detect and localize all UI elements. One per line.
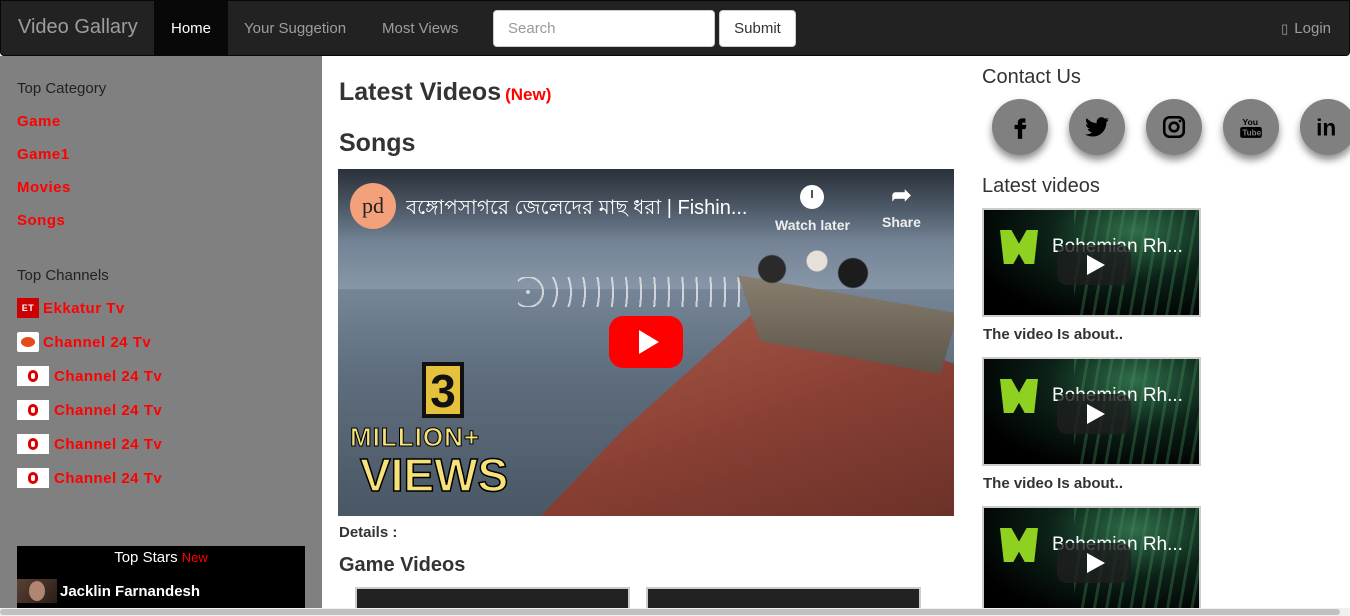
views-number: 3 bbox=[422, 362, 464, 418]
login-label: Login bbox=[1294, 20, 1331, 37]
navbar: Video Gallary Home Your Suggetion Most V… bbox=[0, 0, 1350, 56]
play-button[interactable] bbox=[1057, 394, 1131, 434]
channel24-logo-icon bbox=[17, 332, 39, 352]
thumbnail-views-badge: 3 MILLION+ VIEWS bbox=[349, 362, 525, 502]
top-stars-panel: Top Stars New Jacklin Farnandesh bbox=[17, 546, 305, 616]
star-name: Jacklin Farnandesh bbox=[60, 582, 201, 600]
latest-videos-title: Latest videos bbox=[982, 175, 1100, 197]
instagram-icon[interactable] bbox=[1146, 99, 1202, 155]
login-link[interactable]: ▯ Login bbox=[1281, 20, 1331, 37]
facebook-icon[interactable] bbox=[992, 99, 1048, 155]
ekkatur-logo-icon: ET bbox=[17, 298, 39, 318]
share-label: Share bbox=[882, 214, 921, 230]
user-icon: ▯ bbox=[1281, 21, 1289, 36]
watch-later-button[interactable]: Watch later bbox=[775, 181, 850, 233]
page-title-text: Latest Videos bbox=[339, 78, 502, 106]
independent-logo-icon bbox=[17, 468, 49, 488]
contact-us-title: Contact Us bbox=[982, 66, 1081, 88]
category-link-movies[interactable]: Movies bbox=[17, 179, 71, 196]
play-button[interactable] bbox=[1057, 245, 1131, 285]
channel-name: Channel 24 Tv bbox=[54, 469, 163, 487]
sidebar: Top Category Game Game1 Movies Songs Top… bbox=[0, 56, 322, 616]
channel-item[interactable]: Channel 24 Tv bbox=[17, 400, 162, 420]
twitter-icon[interactable] bbox=[1069, 99, 1125, 155]
star-item[interactable]: Jacklin Farnandesh bbox=[17, 579, 200, 603]
channel-name: Channel 24 Tv bbox=[54, 401, 163, 419]
game-videos-title: Game Videos bbox=[339, 554, 466, 576]
avatar bbox=[17, 579, 57, 603]
nav-most-views[interactable]: Most Views bbox=[382, 1, 458, 56]
video-caption: The video Is about.. bbox=[983, 475, 1124, 492]
views-label: VIEWS bbox=[359, 448, 509, 502]
top-channels-heading: Top Channels bbox=[17, 267, 109, 284]
watch-later-label: Watch later bbox=[775, 217, 850, 233]
share-icon: ➦ bbox=[891, 182, 912, 209]
new-badge: (New) bbox=[505, 85, 552, 104]
horizontal-scrollbar[interactable] bbox=[0, 608, 1350, 616]
brand-logo[interactable]: Video Gallary bbox=[18, 16, 138, 39]
latest-video-thumbnail[interactable]: Bohemian Rh... bbox=[982, 208, 1201, 317]
share-button[interactable]: ➦ Share bbox=[882, 181, 921, 230]
video-frame-birds bbox=[518, 277, 748, 307]
songs-section-title: Songs bbox=[339, 129, 416, 157]
channel-name: Channel 24 Tv bbox=[43, 333, 152, 351]
category-link-songs[interactable]: Songs bbox=[17, 212, 65, 229]
video-title[interactable]: বঙ্গোপসাগরে জেলেদের মাছ ধরা | Fishin... bbox=[406, 193, 748, 226]
search-input[interactable] bbox=[493, 10, 715, 47]
top-category-heading: Top Category bbox=[17, 80, 107, 97]
video-frame-fishermen bbox=[718, 229, 898, 309]
channel-avatar[interactable]: pd bbox=[350, 183, 396, 229]
independent-logo-icon bbox=[17, 400, 49, 420]
clock-icon bbox=[800, 185, 825, 209]
details-label: Details : bbox=[339, 524, 398, 541]
play-button[interactable] bbox=[1057, 543, 1131, 583]
latest-video-thumbnail[interactable]: Bohemian Rh... bbox=[982, 357, 1201, 466]
latest-video-thumbnail[interactable]: Bohemian Rh... bbox=[982, 506, 1201, 615]
channel-item[interactable]: Channel 24 Tv bbox=[17, 366, 162, 386]
channel-name: Channel 24 Tv bbox=[54, 367, 163, 385]
video-caption: The video Is about.. bbox=[983, 326, 1124, 343]
linkedin-icon[interactable]: in bbox=[1300, 99, 1350, 155]
category-link-game[interactable]: Game bbox=[17, 113, 61, 130]
svg-text:Tube: Tube bbox=[1242, 129, 1261, 138]
channel-item[interactable]: Channel 24 Tv bbox=[17, 434, 162, 454]
svg-text:You: You bbox=[1242, 117, 1258, 127]
page-title: Latest Videos (New) bbox=[339, 78, 551, 107]
youtube-play-button[interactable] bbox=[609, 316, 683, 368]
youtube-icon[interactable]: You Tube bbox=[1223, 99, 1279, 155]
top-stars-heading: Top Stars New bbox=[17, 549, 305, 566]
svg-text:in: in bbox=[1316, 115, 1336, 140]
video-player[interactable]: pd বঙ্গোপসাগরে জেলেদের মাছ ধরা | Fishin.… bbox=[338, 169, 954, 516]
channel-item[interactable]: Channel 24 Tv bbox=[17, 332, 151, 352]
channel-name: Ekkatur Tv bbox=[43, 299, 125, 317]
independent-logo-icon bbox=[17, 366, 49, 386]
nav-your-suggetion[interactable]: Your Suggetion bbox=[244, 1, 346, 56]
submit-button[interactable]: Submit bbox=[719, 10, 796, 47]
channel-item[interactable]: ET Ekkatur Tv bbox=[17, 298, 125, 318]
independent-logo-icon bbox=[17, 434, 49, 454]
top-stars-title: Top Stars bbox=[114, 549, 178, 566]
channel-name: Channel 24 Tv bbox=[54, 435, 163, 453]
category-link-game1[interactable]: Game1 bbox=[17, 146, 70, 163]
channel-item[interactable]: Channel 24 Tv bbox=[17, 468, 162, 488]
nav-home[interactable]: Home bbox=[154, 1, 228, 56]
scrollbar-thumb[interactable] bbox=[0, 609, 1340, 615]
new-badge: New bbox=[181, 550, 208, 565]
